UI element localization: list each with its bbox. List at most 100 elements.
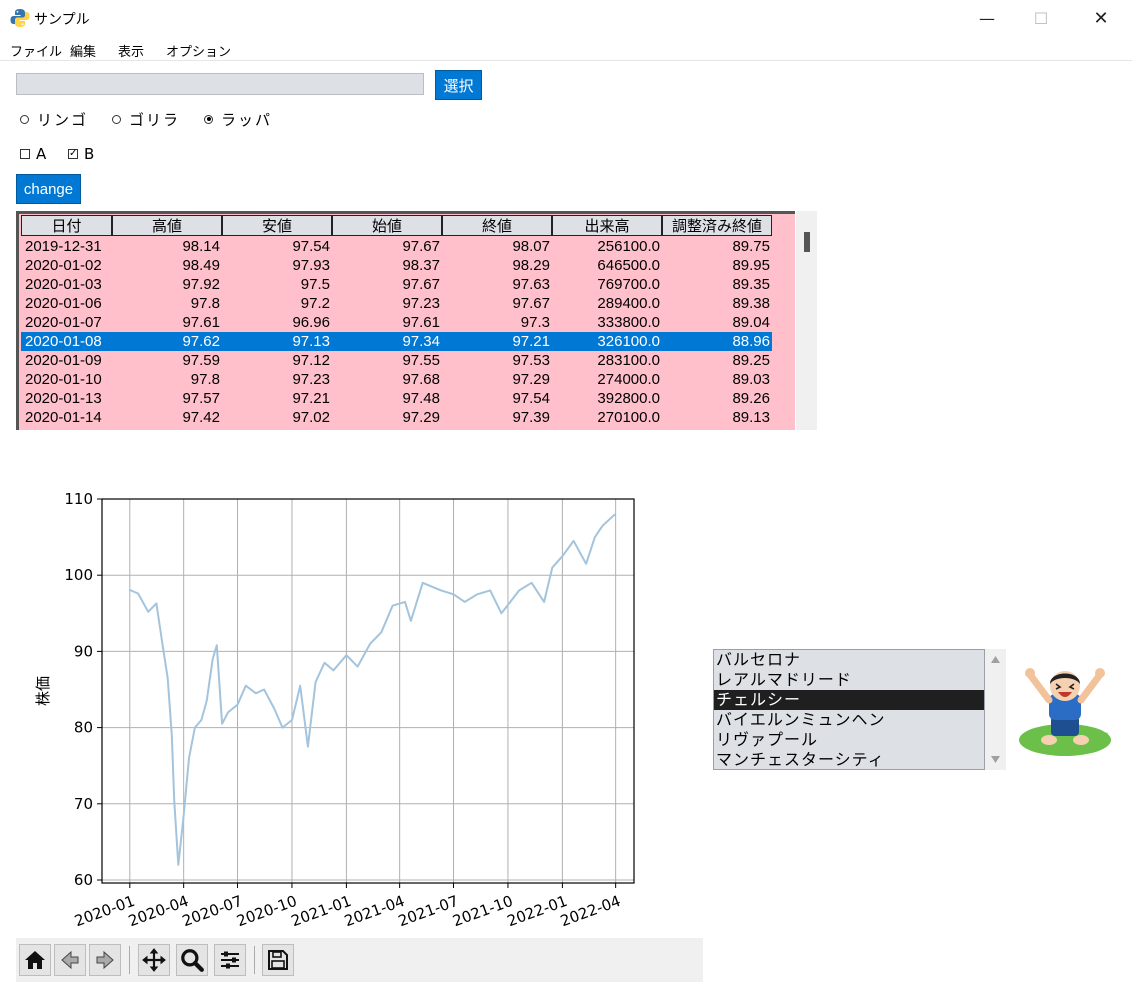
toolbar-separator <box>254 946 255 974</box>
window-title: サンプル <box>34 12 90 28</box>
sliders-icon <box>221 951 239 969</box>
column-header-high[interactable]: 高値 <box>112 215 222 236</box>
checkbox-a[interactable]: A <box>20 145 46 163</box>
maximize-button[interactable]: ☐ <box>1018 0 1064 36</box>
y-tick-label: 80 <box>74 719 93 737</box>
x-tick-label: 2020-07 <box>180 892 245 930</box>
radio-ringo[interactable]: リンゴ <box>20 110 88 129</box>
column-header-date[interactable]: 日付 <box>21 215 112 236</box>
stock-price-chart: 60 70 80 90 100 110 2020-012020-042020-072020-… <box>34 490 635 930</box>
club-listbox[interactable]: バルセロナ レアルマドリード チェルシー バイエルンミュンヘン リヴァプール マ… <box>713 649 985 770</box>
table-cell: 97.39 <box>512 409 550 426</box>
radio-rappa[interactable]: ラッパ <box>204 110 272 129</box>
table-row[interactable]: 2020-01-13 97.57 97.21 97.48 97.54 392800.0 89… <box>21 389 772 408</box>
minimize-button[interactable]: — <box>964 0 1010 36</box>
column-header-adj-close[interactable]: 調整済み終値 <box>662 215 772 236</box>
back-button[interactable] <box>54 944 86 976</box>
table-cell: 2020-01-13 <box>25 390 102 407</box>
table-cell: 97.8 <box>190 295 220 312</box>
menu-edit[interactable]: 編集 <box>70 41 96 60</box>
table-cell: 98.14 <box>182 238 220 255</box>
table-cell: 2020-01-02 <box>25 257 102 274</box>
table-cell: 97.23 <box>402 295 440 312</box>
table-cell: 97.57 <box>182 390 220 407</box>
column-header-volume[interactable]: 出来高 <box>552 215 662 236</box>
y-axis-label: 株価 <box>34 676 52 706</box>
table-row[interactable]: 2020-01-07 97.61 96.96 97.61 97.3 333800.0 89.… <box>21 313 772 332</box>
listbox-scrollbar[interactable] <box>985 649 1006 770</box>
change-button[interactable]: change <box>16 174 81 204</box>
table-cell: 2020-01-08 <box>25 333 102 350</box>
home-icon <box>25 951 45 969</box>
table-row[interactable]: 2020-01-10 97.8 97.23 97.68 97.29 274000.0 89.… <box>21 370 772 389</box>
table-row[interactable]: 2020-01-09 97.59 97.12 97.55 97.53 283100.0 89… <box>21 351 772 370</box>
arrow-left-icon <box>61 950 79 970</box>
floppy-disk-icon <box>268 950 288 970</box>
checkbox-indicator-checked: ✓ <box>68 148 78 159</box>
table-cell: 89.26 <box>732 390 770 407</box>
table-cell: 97.2 <box>300 295 330 312</box>
menu-file[interactable]: ファイル <box>10 41 62 60</box>
title-bar: サンプル — ☐ ✕ <box>0 0 1132 36</box>
table-scrollbar-thumb[interactable] <box>804 232 810 252</box>
table-row[interactable]: 2020-01-03 97.92 97.5 97.67 97.63 769700.0 89.… <box>21 275 772 294</box>
list-item[interactable]: レアルマドリード <box>714 670 984 690</box>
table-cell: 97.67 <box>402 276 440 293</box>
x-tick-label: 2022-01 <box>505 892 570 930</box>
checkbox-indicator <box>20 149 30 159</box>
x-tick-label: 2021-07 <box>396 892 461 930</box>
list-item-selected[interactable]: チェルシー <box>714 690 984 710</box>
save-button[interactable] <box>262 944 294 976</box>
radio-indicator-selected <box>204 114 213 124</box>
radio-gorira[interactable]: ゴリラ <box>112 110 181 129</box>
table-row-selected[interactable]: 2020-01-08 97.62 97.13 97.34 97.21 326100.0 88… <box>21 332 772 351</box>
radio-label: ゴリラ <box>129 110 181 129</box>
table-cell: 89.95 <box>732 257 770 274</box>
python-app-icon <box>10 9 30 27</box>
close-button[interactable]: ✕ <box>1078 0 1124 36</box>
configure-subplots-button[interactable] <box>214 944 246 976</box>
table-row[interactable]: 2020-01-14 97.42 97.02 97.29 97.39 270100.0 89… <box>21 408 772 427</box>
list-item[interactable]: バルセロナ <box>714 650 984 670</box>
table-cell: 97.21 <box>292 390 330 407</box>
table-cell: 89.03 <box>732 371 770 388</box>
column-header-close[interactable]: 終値 <box>442 215 552 236</box>
table-cell: 97.54 <box>512 390 550 407</box>
zoom-button[interactable] <box>176 944 208 976</box>
table-cell: 89.25 <box>732 352 770 369</box>
stock-table[interactable]: 日付 高値 安値 始値 終値 出来高 調整済み終値 2019-12-31 98.1… <box>16 211 795 430</box>
table-cell: 646500.0 <box>597 257 660 274</box>
forward-button[interactable] <box>89 944 121 976</box>
table-cell: 97.67 <box>402 238 440 255</box>
menu-options[interactable]: オプション <box>166 41 231 60</box>
list-item[interactable]: マンチェスターシティ <box>714 750 984 769</box>
scrollbar-arrows <box>991 656 1000 763</box>
table-cell: 89.04 <box>732 314 770 331</box>
table-cell: 97.61 <box>402 314 440 331</box>
list-item[interactable]: バイエルンミュンヘン <box>714 710 984 730</box>
select-button[interactable]: 選択 <box>435 70 482 100</box>
column-header-low[interactable]: 安値 <box>222 215 332 236</box>
scroll-up-arrow-icon <box>991 656 1000 663</box>
y-tick-label: 100 <box>64 566 93 584</box>
home-button[interactable] <box>19 944 51 976</box>
path-entry[interactable] <box>16 73 424 95</box>
menu-view[interactable]: 表示 <box>118 41 144 60</box>
table-cell: 98.07 <box>512 238 550 255</box>
table-cell: 2020-01-07 <box>25 314 102 331</box>
table-cell: 97.29 <box>402 409 440 426</box>
table-cell: 769700.0 <box>597 276 660 293</box>
cheering-boy-illustration <box>1019 668 1111 756</box>
column-header-open[interactable]: 始値 <box>332 215 442 236</box>
x-tick-label: 2021-10 <box>450 892 515 930</box>
table-row[interactable]: 2020-01-06 97.8 97.2 97.23 97.67 289400.0 89.3… <box>21 294 772 313</box>
table-cell: 2020-01-03 <box>25 276 102 293</box>
pan-button[interactable] <box>138 944 170 976</box>
table-row[interactable]: 2020-01-02 98.49 97.93 98.37 98.29 646500.0 89… <box>21 256 772 275</box>
x-tick-label: 2020-01 <box>72 892 137 930</box>
toolbar-separator <box>129 946 130 974</box>
table-cell: 97.48 <box>402 390 440 407</box>
list-item[interactable]: リヴァプール <box>714 730 984 750</box>
table-row[interactable]: 2019-12-31 98.14 97.54 97.67 98.07 256100.0 89… <box>21 237 772 256</box>
checkbox-b[interactable]: ✓ B <box>68 145 94 163</box>
